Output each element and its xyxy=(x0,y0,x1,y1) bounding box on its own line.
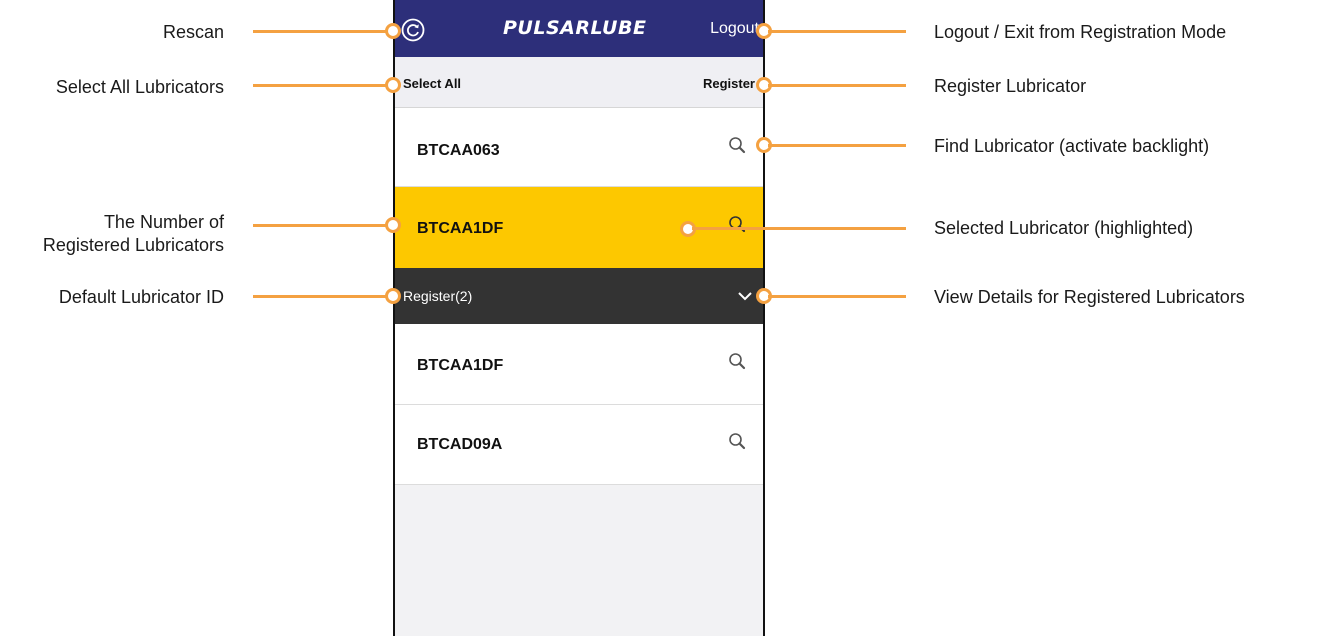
select-all-button[interactable]: Select All xyxy=(403,76,461,91)
leader-line xyxy=(768,144,906,147)
annotation-register: Register Lubricator xyxy=(934,76,1087,96)
annotation-select-all: Select All Lubricators xyxy=(55,77,224,97)
registered-list-item[interactable]: BTCAD09A xyxy=(395,405,763,485)
leader-line xyxy=(768,30,906,33)
lubricator-id: BTCAA1DF xyxy=(417,220,504,237)
leader-line xyxy=(253,224,388,227)
annotation-logout: Logout / Exit from Registration Mode xyxy=(934,22,1227,42)
annotation-dot xyxy=(385,77,401,93)
registered-list-item[interactable]: BTCAA1DF xyxy=(395,324,763,405)
chevron-down-icon[interactable] xyxy=(737,288,753,304)
annotation-default-id: Default Lubricator ID xyxy=(58,287,224,307)
leader-line xyxy=(253,84,388,87)
annotation-dot xyxy=(385,23,401,39)
search-icon[interactable] xyxy=(727,214,749,236)
annotation-view-details: View Details for Registered Lubricators xyxy=(934,287,1245,307)
leader-line xyxy=(692,227,906,230)
register-button[interactable]: Register xyxy=(703,76,755,91)
registered-count-label: Register(2) xyxy=(403,288,473,304)
annotation-find: Find Lubricator (activate backlight) xyxy=(934,136,1210,156)
lubricator-id: BTCAA063 xyxy=(417,142,500,159)
brand-logo: PULSARLUBE xyxy=(503,17,647,39)
registered-section-header[interactable]: Register(2) xyxy=(395,268,763,324)
annotation-rescan: Rescan xyxy=(162,22,224,42)
search-icon[interactable] xyxy=(727,431,749,453)
leader-line xyxy=(768,295,906,298)
search-icon[interactable] xyxy=(727,135,749,157)
lubricator-id: BTCAA1DF xyxy=(417,357,504,374)
annotation-line: The Number of xyxy=(103,212,224,232)
annotation-line: Registered Lubricators xyxy=(42,235,224,255)
list-item[interactable]: BTCAA063 xyxy=(395,108,763,187)
annotation-dot xyxy=(385,217,401,233)
refresh-icon[interactable] xyxy=(401,18,425,42)
leader-line xyxy=(768,84,906,87)
search-icon[interactable] xyxy=(727,351,749,373)
annotation-dot xyxy=(385,288,401,304)
annotation-registered-count: The Number of Registered Lubricators xyxy=(43,211,224,257)
leader-line xyxy=(253,30,388,33)
app-header: PULSARLUBE Logout xyxy=(395,0,763,57)
lubricator-id: BTCAD09A xyxy=(417,436,503,453)
logout-button[interactable]: Logout xyxy=(710,20,759,38)
leader-line xyxy=(253,295,388,298)
action-bar: Select All Register xyxy=(395,57,763,108)
phone-screen: PULSARLUBE Logout Select All Register BT… xyxy=(393,0,765,636)
annotation-selected: Selected Lubricator (highlighted) xyxy=(934,218,1194,238)
